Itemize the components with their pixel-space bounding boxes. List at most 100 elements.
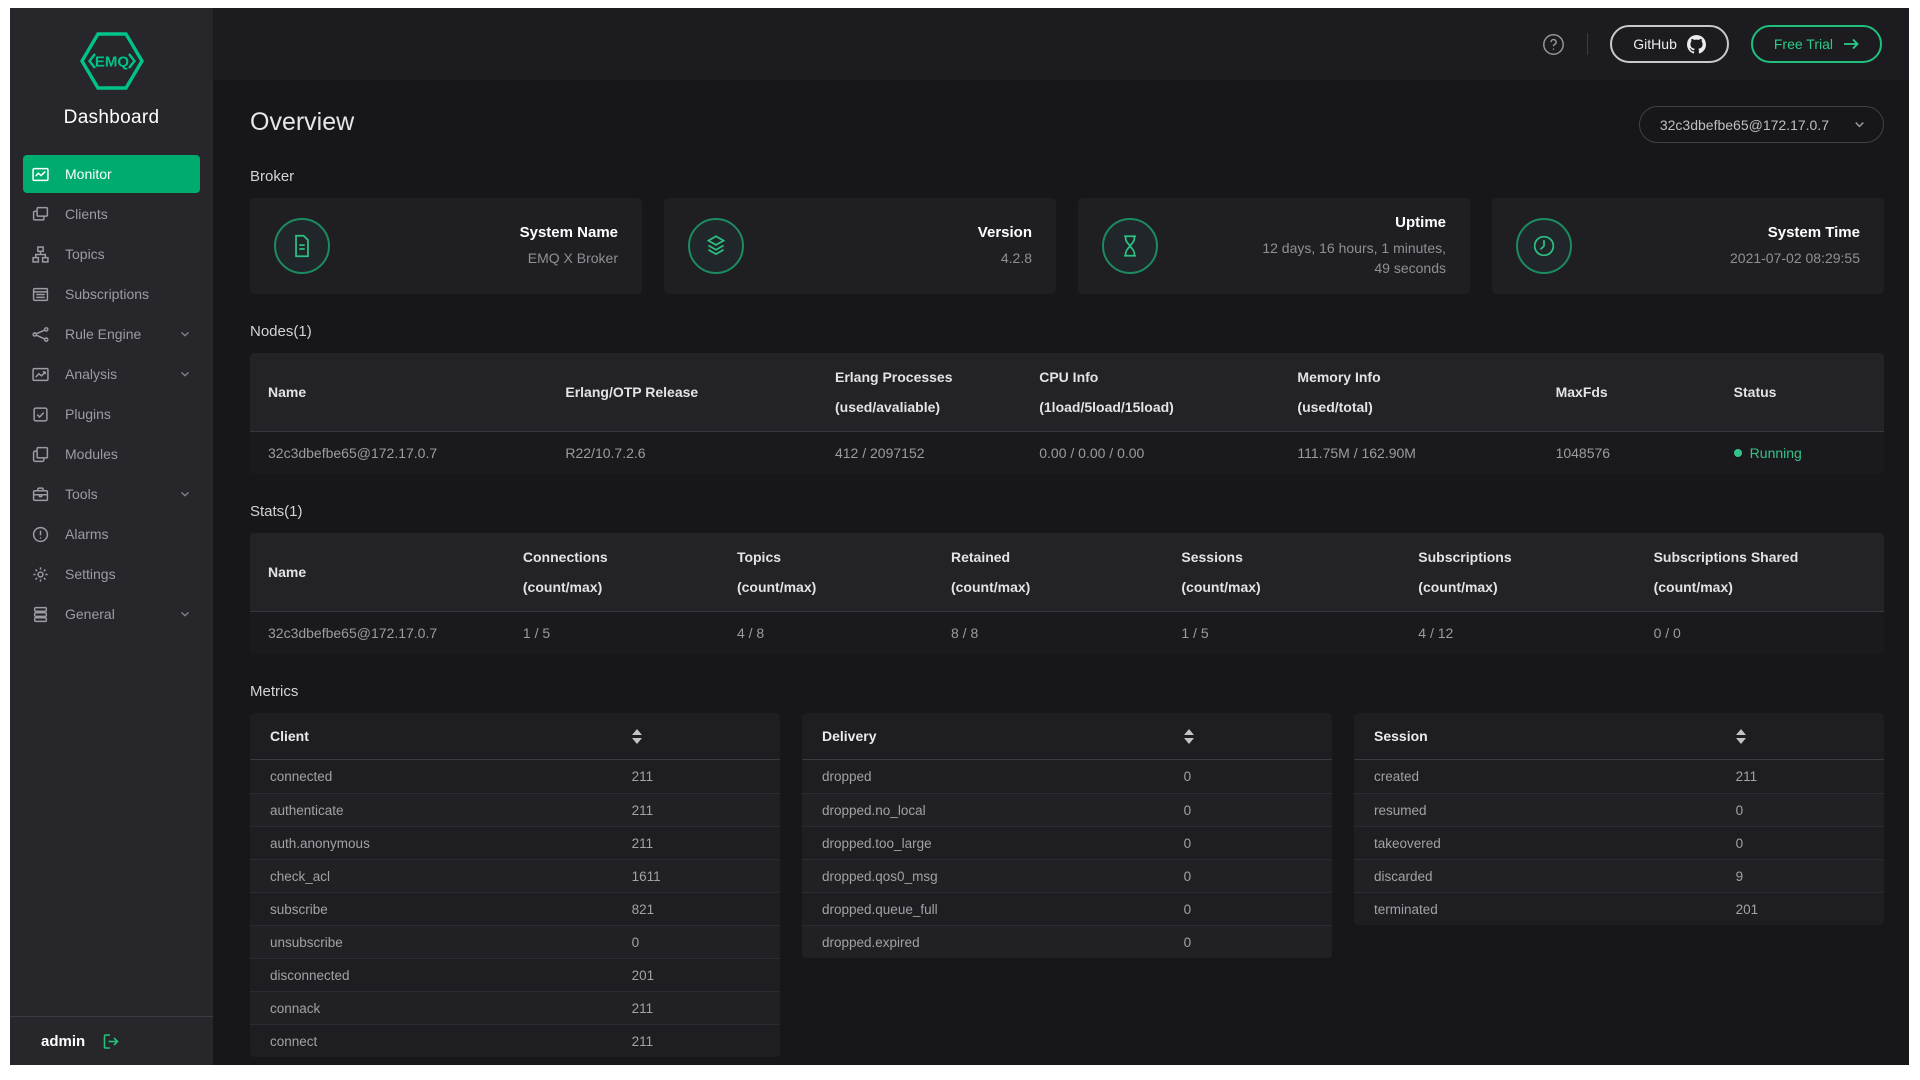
sidebar-item-tools[interactable]: Tools <box>23 475 200 513</box>
metric-row: dropped.queue_full0 <box>802 892 1332 925</box>
emq-hexagon-logo-icon: EMQ <box>80 32 144 90</box>
status-badge: Running <box>1716 432 1884 474</box>
chevron-down-icon <box>179 488 191 500</box>
metric-row: check_acl1611 <box>250 859 780 892</box>
metric-value: 0 <box>1736 836 1884 851</box>
metrics-table-title: Session <box>1354 728 1736 744</box>
metric-row: subscribe821 <box>250 892 780 925</box>
logout-icon[interactable] <box>103 1033 122 1050</box>
svg-text:EMQ: EMQ <box>94 54 129 71</box>
metric-name: disconnected <box>250 968 632 983</box>
metric-value: 0 <box>1184 902 1332 917</box>
alarms-icon <box>32 526 49 543</box>
app-window: EMQ Dashboard MonitorClientsTopicsSubscr… <box>10 8 1909 1065</box>
metric-value: 211 <box>632 836 780 851</box>
metrics-table-header: Client <box>250 713 780 760</box>
table-cell: 1 / 5 <box>1163 612 1400 654</box>
plugins-icon <box>32 406 49 423</box>
sidebar-item-subscriptions[interactable]: Subscriptions <box>23 275 200 313</box>
column-header-maxfds: MaxFds <box>1538 353 1716 431</box>
column-header-sessions: Sessions(count/max) <box>1163 533 1400 611</box>
broker-section-label: Broker <box>250 168 1884 185</box>
clock-icon <box>1516 218 1572 274</box>
column-header-name: Name <box>250 353 547 431</box>
chevron-down-icon <box>179 368 191 380</box>
table-header-row: NameConnections(count/max)Topics(count/m… <box>250 533 1884 611</box>
sidebar-item-label: Monitor <box>65 166 112 182</box>
sidebar-item-alarms[interactable]: Alarms <box>23 515 200 553</box>
table-cell: 8 / 8 <box>933 612 1163 654</box>
sidebar-item-general[interactable]: General <box>23 595 200 633</box>
metric-name: authenticate <box>250 803 632 818</box>
topbar-divider <box>1587 33 1588 55</box>
topics-icon <box>32 246 49 263</box>
sidebar-item-topics[interactable]: Topics <box>23 235 200 273</box>
sidebar-item-label: Clients <box>65 206 108 222</box>
sidebar: EMQ Dashboard MonitorClientsTopicsSubscr… <box>10 8 213 1065</box>
metrics-tables: Clientconnected211authenticate211auth.an… <box>250 713 1884 1057</box>
metric-value: 211 <box>632 1034 780 1049</box>
metric-name: terminated <box>1354 902 1736 917</box>
analysis-icon <box>32 366 49 383</box>
column-header-name: Name <box>250 533 505 611</box>
table-cell: 32c3dbefbe65@172.17.0.7 <box>250 432 547 474</box>
metric-value: 9 <box>1736 869 1884 884</box>
metric-row: unsubscribe0 <box>250 925 780 958</box>
help-icon[interactable] <box>1542 33 1565 56</box>
sidebar-item-modules[interactable]: Modules <box>23 435 200 473</box>
metric-row: dropped.no_local0 <box>802 793 1332 826</box>
metric-row: terminated201 <box>1354 892 1884 925</box>
table-row: 32c3dbefbe65@172.17.0.7R22/10.7.2.6412 /… <box>250 431 1884 474</box>
github-button-label: GitHub <box>1633 36 1677 52</box>
sort-caret-icon[interactable] <box>1736 729 1748 744</box>
sidebar-item-label: Settings <box>65 566 116 582</box>
metric-name: connected <box>250 769 632 784</box>
arrow-right-icon <box>1843 38 1859 50</box>
metric-row: auth.anonymous211 <box>250 826 780 859</box>
sidebar-item-label: Topics <box>65 246 105 262</box>
document-icon <box>274 218 330 274</box>
chevron-down-icon <box>179 608 191 620</box>
metrics-table-header: Session <box>1354 713 1884 760</box>
metrics-table-header: Delivery <box>802 713 1332 760</box>
node-selector-value: 32c3dbefbe65@172.17.0.7 <box>1660 117 1829 133</box>
free-trial-button[interactable]: Free Trial <box>1751 25 1882 63</box>
sidebar-item-analysis[interactable]: Analysis <box>23 355 200 393</box>
broker-cards: System NameEMQ X BrokerVersion4.2.8Uptim… <box>250 198 1884 294</box>
subscriptions-icon <box>32 286 49 303</box>
sidebar-item-settings[interactable]: Settings <box>23 555 200 593</box>
sidebar-item-plugins[interactable]: Plugins <box>23 395 200 433</box>
metric-row: takeovered0 <box>1354 826 1884 859</box>
nodes-table: NameErlang/OTP ReleaseErlang Processes(u… <box>250 353 1884 474</box>
table-cell: R22/10.7.2.6 <box>547 432 817 474</box>
card-value: EMQ X Broker <box>520 248 618 268</box>
card-title: System Name <box>520 224 618 241</box>
metric-value: 0 <box>1184 869 1332 884</box>
stats-section-label: Stats(1) <box>250 503 1884 520</box>
metric-value: 1611 <box>632 869 780 884</box>
table-cell: 1048576 <box>1538 432 1716 474</box>
broker-card-system-name: System Name EMQ X Broker <box>250 198 642 294</box>
github-button[interactable]: GitHub <box>1610 25 1729 63</box>
emqx-logo: EMQ <box>10 8 213 95</box>
table-cell: 32c3dbefbe65@172.17.0.7 <box>250 612 505 654</box>
metric-value: 211 <box>632 1001 780 1016</box>
metric-row: resumed0 <box>1354 793 1884 826</box>
table-cell: 4 / 8 <box>719 612 933 654</box>
sort-caret-icon[interactable] <box>632 729 644 744</box>
column-header-erlang-otp-release: Erlang/OTP Release <box>547 353 817 431</box>
metric-name: unsubscribe <box>250 935 632 950</box>
hourglass-icon <box>1102 218 1158 274</box>
column-header-cpu-info: CPU Info(1load/5load/15load) <box>1021 353 1279 431</box>
sidebar-item-rule-engine[interactable]: Rule Engine <box>23 315 200 353</box>
node-selector-dropdown[interactable]: 32c3dbefbe65@172.17.0.7 <box>1639 106 1884 143</box>
metric-name: dropped.expired <box>802 935 1184 950</box>
sidebar-item-clients[interactable]: Clients <box>23 195 200 233</box>
broker-card-version: Version4.2.8 <box>664 198 1056 294</box>
sidebar-item-monitor[interactable]: Monitor <box>23 155 200 193</box>
card-title: Version <box>978 224 1032 241</box>
metric-row: dropped.expired0 <box>802 925 1332 958</box>
sort-caret-icon[interactable] <box>1184 729 1196 744</box>
metric-row: connect211 <box>250 1024 780 1057</box>
metric-name: dropped.qos0_msg <box>802 869 1184 884</box>
